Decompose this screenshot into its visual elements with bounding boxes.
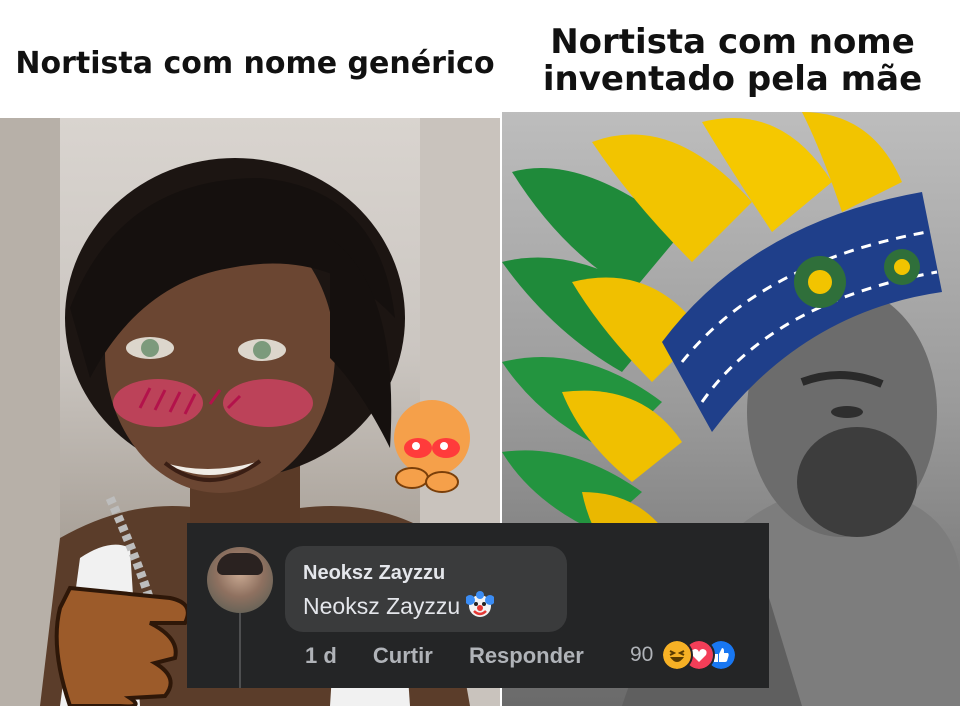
like-button[interactable]: Curtir bbox=[373, 643, 433, 668]
right-caption-line1: Nortista com nome bbox=[550, 22, 915, 62]
reaction-count[interactable]: 90 bbox=[630, 643, 653, 667]
thread-line bbox=[239, 613, 241, 688]
clown-face-icon bbox=[466, 591, 495, 617]
comment-actions: 1 d Curtir Responder bbox=[305, 643, 614, 669]
facebook-comment: Neoksz Zayzzu Neoksz Zayzzu 1 d Curtir R… bbox=[187, 523, 769, 688]
comment-author[interactable]: Neoksz Zayzzu bbox=[303, 562, 445, 585]
reaction-icons[interactable] bbox=[661, 639, 751, 671]
reply-button[interactable]: Responder bbox=[469, 643, 584, 668]
comment-time[interactable]: 1 d bbox=[305, 643, 337, 668]
comment-bubble: Neoksz Zayzzu Neoksz Zayzzu bbox=[285, 546, 567, 632]
left-caption: Nortista com nome genérico bbox=[15, 46, 495, 81]
comment-text: Neoksz Zayzzu bbox=[303, 593, 461, 619]
avatar-hair bbox=[217, 553, 263, 575]
right-caption: Nortista com nome inventado pela mãe bbox=[505, 24, 960, 97]
haha-icon bbox=[661, 639, 693, 671]
right-caption-line2: inventado pela mãe bbox=[542, 58, 923, 99]
comment-text-row: Neoksz Zayzzu bbox=[303, 591, 495, 620]
pointing-hand-emoji bbox=[54, 585, 190, 706]
avatar[interactable] bbox=[207, 547, 273, 613]
